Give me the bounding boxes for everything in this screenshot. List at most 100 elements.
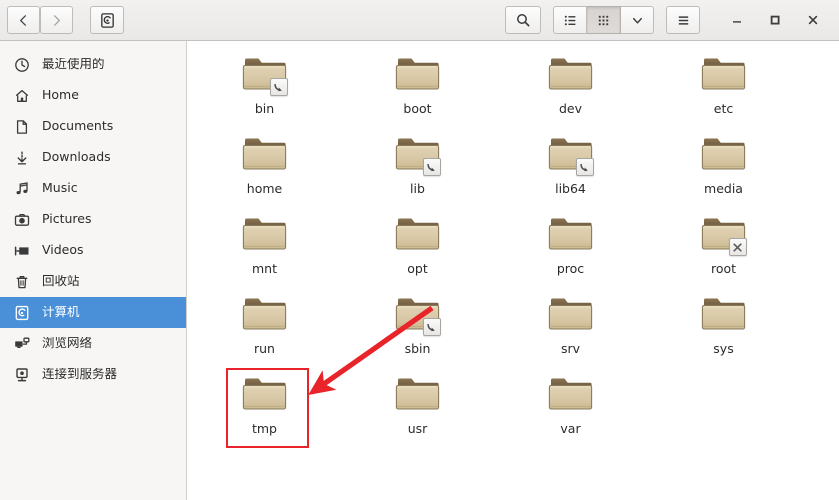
sidebar-item-label: Documents: [42, 120, 114, 133]
search-button[interactable]: [505, 6, 541, 34]
sidebar-item-8[interactable]: 计算机: [0, 297, 186, 328]
forward-button[interactable]: [40, 6, 73, 34]
file-item-tmp[interactable]: tmp: [188, 365, 341, 445]
navigation-button-group: [7, 6, 73, 34]
chevron-down-icon: [630, 13, 645, 28]
folder-icon: [392, 292, 444, 337]
trash-icon: [13, 273, 30, 290]
document-icon: [13, 118, 30, 135]
symlink-emblem-icon: [269, 78, 288, 96]
folder-icon: [392, 52, 444, 97]
file-item-opt[interactable]: opt: [341, 205, 494, 285]
file-area[interactable]: bin boot dev etc home lib lib64 media mnt opt proc…: [187, 41, 839, 500]
header-left-group: [7, 6, 124, 34]
file-manager-window: 最近使用的 Home Documents Downloads Music Pictures…: [0, 0, 839, 500]
window-body: 最近使用的 Home Documents Downloads Music Pictures…: [0, 41, 839, 500]
file-item-boot[interactable]: boot: [341, 45, 494, 125]
file-item-label: run: [254, 341, 275, 356]
hard-drive-icon: [13, 304, 30, 321]
file-item-label: tmp: [251, 421, 277, 436]
folder-icon: [239, 212, 291, 257]
sidebar-item-10[interactable]: 连接到服务器: [0, 359, 186, 390]
file-item-label: home: [246, 181, 283, 196]
folder-icon: [392, 372, 444, 417]
file-item-label: lib: [410, 181, 425, 196]
sidebar-item-9[interactable]: 浏览网络: [0, 328, 186, 359]
file-item-label: opt: [407, 261, 428, 276]
close-icon: [806, 13, 820, 27]
file-item-lib[interactable]: lib: [341, 125, 494, 205]
grid-view-button[interactable]: [587, 6, 621, 34]
file-item-label: sys: [713, 341, 734, 356]
list-view-button[interactable]: [553, 6, 587, 34]
file-item-media[interactable]: media: [647, 125, 800, 205]
folder-icon: [239, 292, 291, 337]
file-item-srv[interactable]: srv: [494, 285, 647, 365]
sidebar-item-0[interactable]: 最近使用的: [0, 49, 186, 80]
file-item-label: boot: [403, 101, 432, 116]
sidebar-item-6[interactable]: Videos: [0, 235, 186, 266]
file-item-home[interactable]: home: [188, 125, 341, 205]
close-button[interactable]: [794, 5, 832, 35]
sidebar-item-label: Pictures: [42, 213, 92, 226]
symlink-emblem-icon: [422, 158, 441, 176]
file-item-label: dev: [558, 101, 583, 116]
chevron-right-icon: [49, 13, 64, 28]
maximize-icon: [768, 13, 782, 27]
file-item-usr[interactable]: usr: [341, 365, 494, 445]
hard-drive-icon: [99, 12, 116, 29]
header-bar: [0, 0, 839, 41]
view-mode-button-group: [553, 6, 654, 34]
file-item-proc[interactable]: proc: [494, 205, 647, 285]
file-item-label: lib64: [555, 181, 586, 196]
sidebar-item-5[interactable]: Pictures: [0, 204, 186, 235]
folder-icon: [698, 132, 750, 177]
sidebar-item-1[interactable]: Home: [0, 80, 186, 111]
file-item-label: root: [710, 261, 737, 276]
sidebar-item-4[interactable]: Music: [0, 173, 186, 204]
file-item-root[interactable]: root: [647, 205, 800, 285]
file-item-run[interactable]: run: [188, 285, 341, 365]
sidebar-item-7[interactable]: 回收站: [0, 266, 186, 297]
folder-icon: [698, 52, 750, 97]
view-options-button[interactable]: [621, 6, 654, 34]
sidebar-item-label: 浏览网络: [42, 337, 93, 350]
file-item-lib64[interactable]: lib64: [494, 125, 647, 205]
server-connect-icon: [13, 366, 30, 383]
folder-icon: [545, 132, 597, 177]
sidebar-item-label: Music: [42, 182, 78, 195]
grid-icon: [596, 13, 611, 28]
sidebar-item-label: Home: [42, 89, 79, 102]
search-icon: [515, 12, 531, 28]
main-menu-button[interactable]: [666, 6, 700, 34]
sidebar-item-label: Downloads: [42, 151, 111, 164]
file-item-label: sbin: [404, 341, 431, 356]
location-button[interactable]: [90, 6, 124, 34]
folder-icon: [239, 132, 291, 177]
clock-icon: [13, 56, 30, 73]
file-item-mnt[interactable]: mnt: [188, 205, 341, 285]
file-item-label: media: [704, 181, 743, 196]
list-icon: [563, 13, 578, 28]
sidebar-item-label: Videos: [42, 244, 84, 257]
back-button[interactable]: [7, 6, 40, 34]
sidebar: 最近使用的 Home Documents Downloads Music Pictures…: [0, 41, 187, 500]
file-item-sbin[interactable]: sbin: [341, 285, 494, 365]
maximize-button[interactable]: [756, 5, 794, 35]
minimize-button[interactable]: [718, 5, 756, 35]
file-item-dev[interactable]: dev: [494, 45, 647, 125]
sidebar-item-label: 回收站: [42, 275, 80, 288]
no-access-emblem-icon: [728, 238, 747, 256]
file-item-var[interactable]: var: [494, 365, 647, 445]
header-right-group: [505, 5, 832, 35]
sidebar-item-3[interactable]: Downloads: [0, 142, 186, 173]
sidebar-item-2[interactable]: Documents: [0, 111, 186, 142]
folder-icon: [239, 52, 291, 97]
file-item-etc[interactable]: etc: [647, 45, 800, 125]
file-item-sys[interactable]: sys: [647, 285, 800, 365]
file-item-label: proc: [556, 261, 585, 276]
file-item-label: bin: [254, 101, 275, 116]
file-item-bin[interactable]: bin: [188, 45, 341, 125]
video-icon: [13, 242, 30, 259]
camera-icon: [13, 211, 30, 228]
